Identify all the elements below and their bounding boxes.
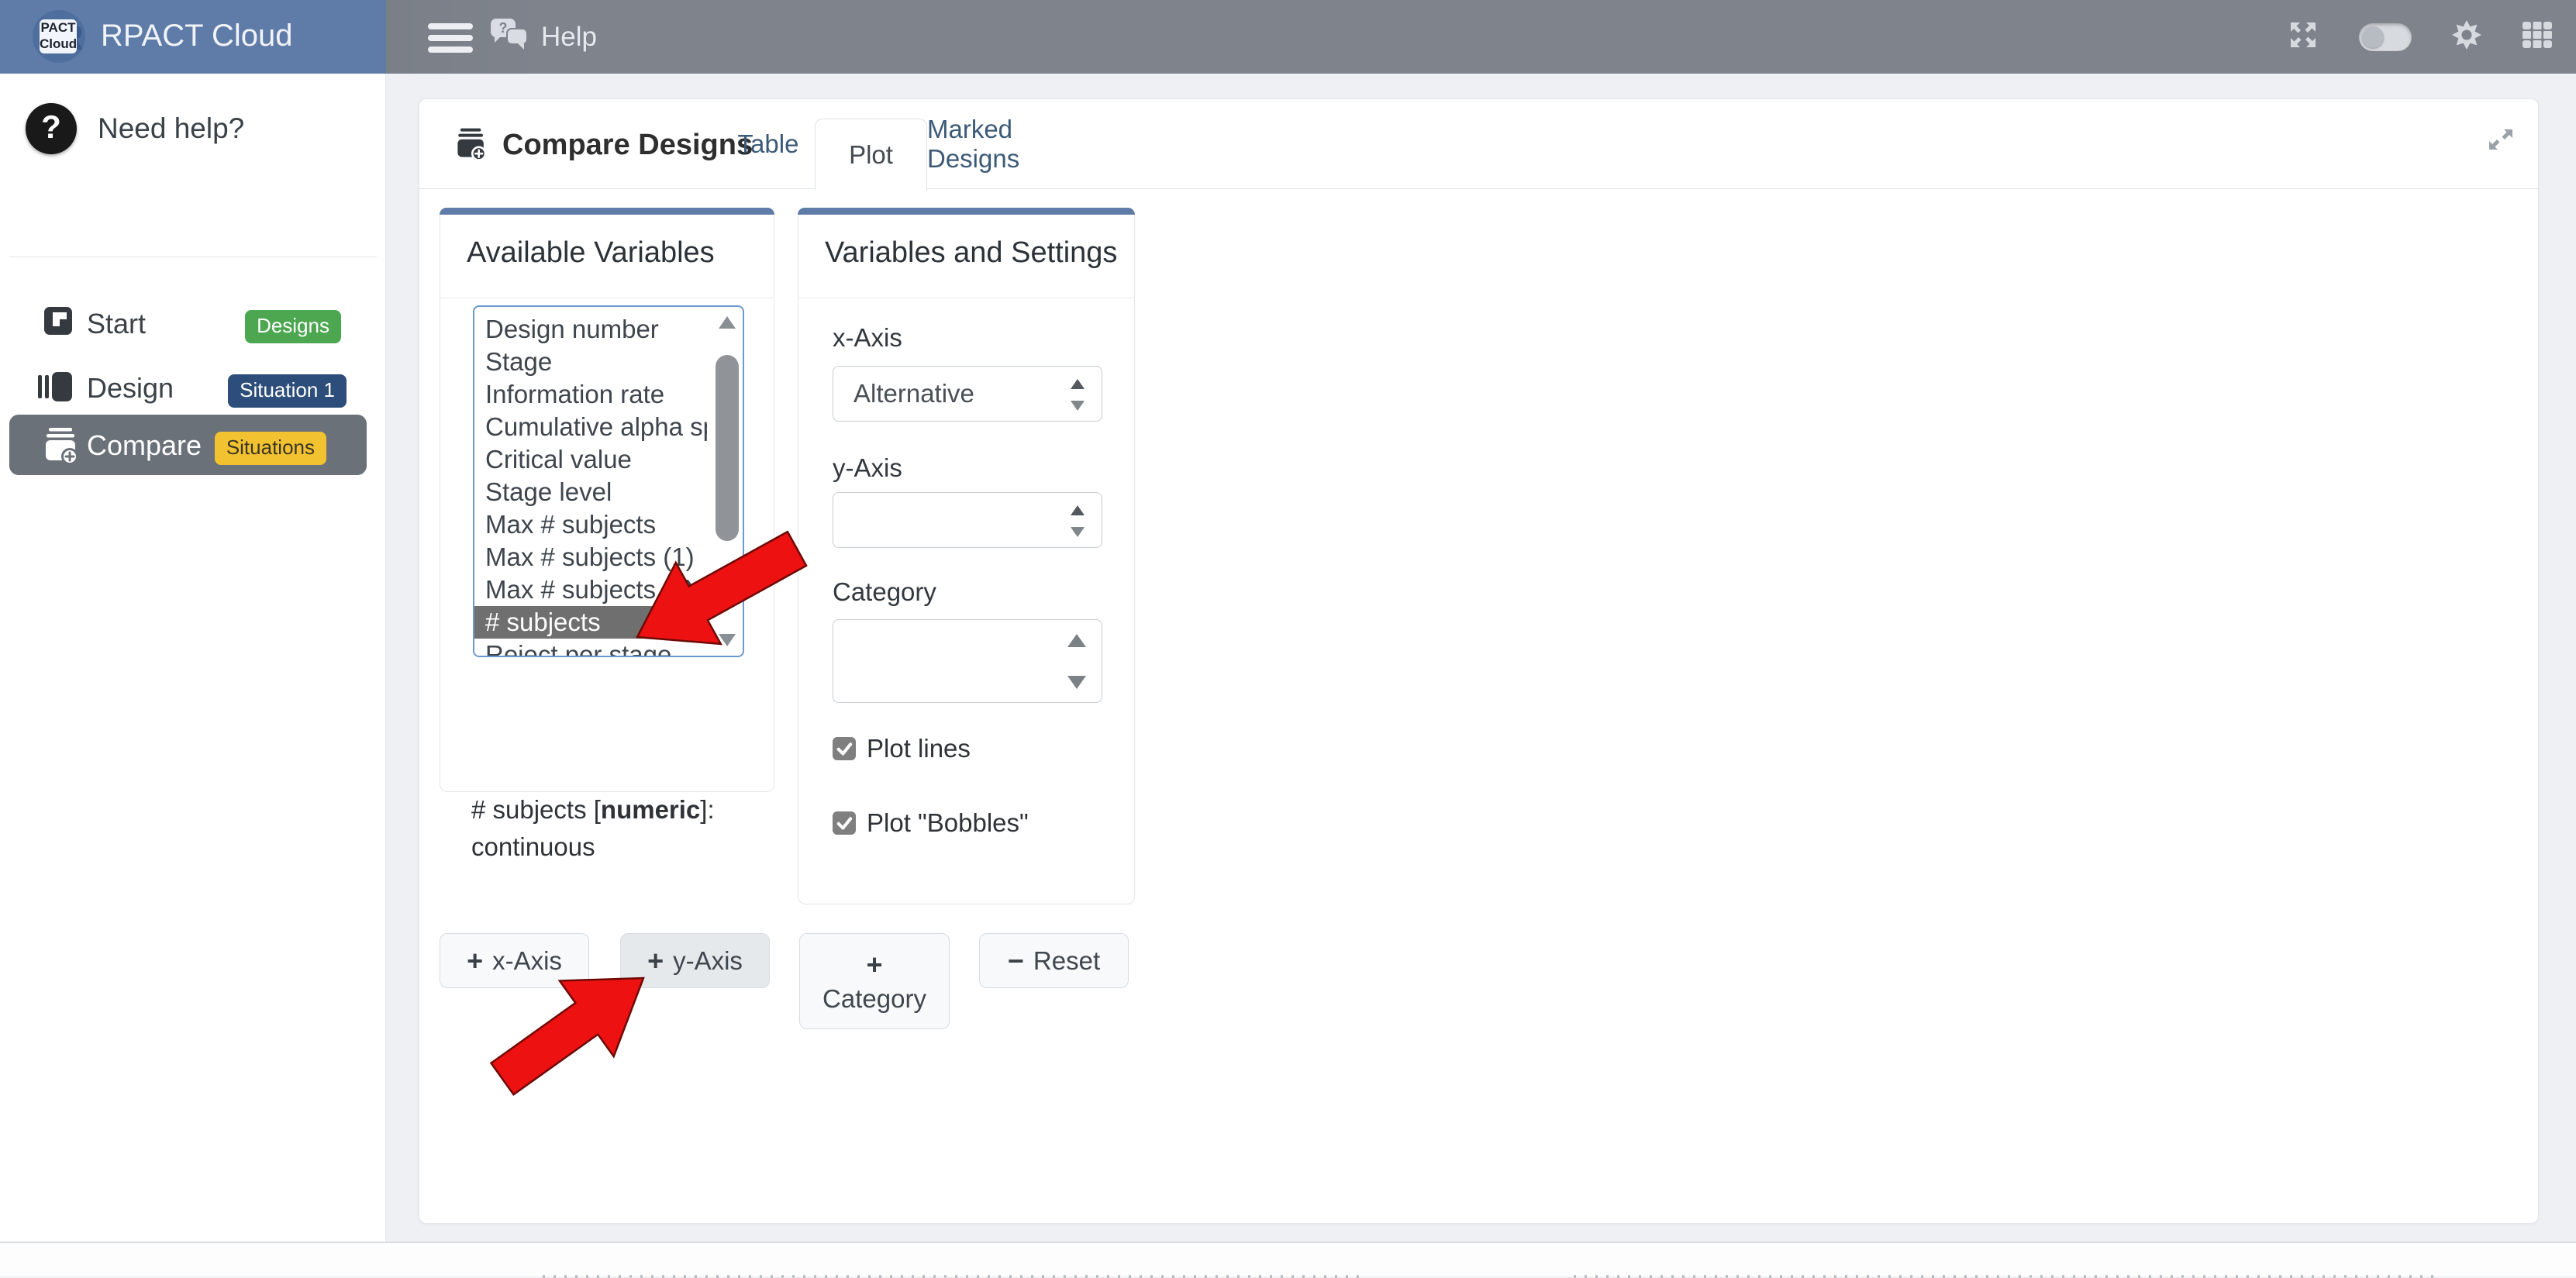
panel-accent-bar (440, 208, 774, 215)
sidebar-item-start[interactable]: Start Designs (0, 293, 386, 353)
footer (0, 1242, 2576, 1276)
plot-lines-checkbox[interactable]: Plot lines (833, 734, 971, 763)
start-icon (43, 305, 74, 340)
toggle-knob (2362, 26, 2384, 48)
minus-icon: − (1008, 945, 1024, 977)
variables-settings-panel: Variables and Settings x-Axis Alternativ… (798, 208, 1135, 904)
need-help-button[interactable]: ? Need help? (0, 103, 386, 159)
reset-button[interactable]: −Reset (979, 933, 1129, 988)
chevron-up-icon[interactable] (1071, 505, 1085, 515)
sidebar: ? Need help? Start Designs Des (0, 74, 386, 1276)
grid-apps-icon[interactable] (2522, 21, 2553, 53)
topbar-actions (2288, 0, 2553, 74)
x-axis-select[interactable]: Alternative (833, 366, 1102, 422)
tab-plot[interactable]: Plot (815, 119, 927, 191)
variable-option[interactable]: Max # subjects (2) (474, 574, 707, 606)
variable-option[interactable]: Stage (474, 346, 707, 378)
variable-option[interactable]: Design number (474, 313, 707, 346)
y-axis-label: y-Axis (833, 453, 902, 483)
footer-clipped-text (1574, 1275, 2438, 1278)
help-button[interactable]: ? Help (490, 14, 597, 60)
chevron-up-icon[interactable] (1071, 379, 1085, 389)
scroll-down-icon[interactable] (719, 634, 736, 646)
y-axis-select[interactable] (833, 492, 1102, 548)
checked-checkbox-icon[interactable] (833, 811, 856, 835)
checked-checkbox-icon[interactable] (833, 737, 856, 760)
card-title: Compare Designs (502, 129, 753, 162)
fullscreen-icon[interactable] (2288, 19, 2319, 54)
variable-description: # subjects [numeric]: continuous (471, 791, 715, 866)
add-category-button[interactable]: +Category (799, 933, 950, 1029)
svg-text:?: ? (499, 20, 508, 36)
variable-option[interactable]: Max # subjects (1) (474, 541, 707, 574)
variables-listbox[interactable]: Design number Stage Information rate Cum… (473, 305, 744, 657)
category-label: Category (833, 577, 936, 607)
chevron-up-icon[interactable] (1067, 634, 1086, 647)
chevron-down-icon[interactable] (1071, 401, 1085, 411)
panel-accent-bar (798, 208, 1135, 215)
menu-toggle-icon[interactable] (428, 23, 473, 53)
available-variables-title: Available Variables (467, 236, 715, 270)
design-icon (37, 370, 73, 408)
rpact-logo-icon: R PACTCloud (33, 10, 85, 63)
tab-table[interactable]: Table (718, 99, 819, 189)
scrollbar-thumb[interactable] (716, 355, 739, 541)
available-variables-panel: Available Variables Design number Stage … (440, 208, 774, 792)
situation-badge: Situation 1 (228, 374, 347, 408)
footer-clipped-text (543, 1275, 1364, 1278)
settings-sun-icon[interactable] (2452, 20, 2481, 53)
x-axis-value: Alternative (853, 379, 974, 408)
app-title: RPACT Cloud (101, 19, 293, 53)
card-header: Compare Designs Table Plot Marked Design… (419, 99, 2538, 189)
variable-option[interactable]: Reject per stage (474, 639, 707, 657)
compare-icon (42, 425, 81, 468)
situations-badge: Situations (215, 432, 326, 465)
category-select[interactable] (833, 619, 1102, 703)
need-help-label: Need help? (98, 112, 244, 145)
sidebar-item-compare[interactable]: Compare Situations (9, 415, 367, 475)
topbar: R PACTCloud RPACT Cloud ? Help (0, 0, 2576, 74)
chevron-down-icon[interactable] (1067, 676, 1086, 689)
rpact-cloud-app: R PACTCloud RPACT Cloud ? Help (0, 0, 2576, 1276)
help-label: Help (541, 22, 597, 53)
chevron-down-icon[interactable] (1071, 527, 1085, 537)
add-x-axis-button[interactable]: +x-Axis (440, 933, 589, 988)
sidebar-item-label: Compare (87, 429, 202, 462)
question-mark-icon: ? (26, 103, 77, 154)
sidebar-item-label: Design (87, 372, 174, 405)
compare-designs-card: Compare Designs Table Plot Marked Design… (419, 98, 2539, 1224)
help-chat-icon: ? (490, 18, 530, 57)
plot-lines-label: Plot lines (867, 734, 971, 763)
plot-bobbles-checkbox[interactable]: Plot "Bobbles" (833, 808, 1029, 838)
plus-icon: + (647, 945, 664, 977)
add-y-axis-button[interactable]: +y-Axis (620, 933, 770, 988)
variable-option-selected[interactable]: # subjects (474, 606, 698, 639)
variables-settings-title: Variables and Settings (825, 236, 1117, 270)
sidebar-item-label: Start (87, 308, 146, 340)
designs-badge: Designs (245, 310, 341, 343)
plus-icon: + (866, 949, 882, 981)
listbox-scrollbar[interactable] (715, 310, 740, 653)
logo-area: R PACTCloud RPACT Cloud (0, 0, 386, 74)
sidebar-item-design[interactable]: Design Situation 1 (0, 357, 386, 418)
variable-option[interactable]: Critical value (474, 443, 707, 476)
expand-panel-icon[interactable] (2485, 124, 2516, 159)
variable-option[interactable]: Information rate (474, 378, 707, 411)
x-axis-label: x-Axis (833, 323, 902, 353)
theme-toggle[interactable] (2359, 23, 2412, 51)
variable-option[interactable]: Max # subjects (474, 508, 707, 541)
plot-bobbles-label: Plot "Bobbles" (867, 808, 1029, 838)
variable-option[interactable]: Cumulative alpha spent (474, 411, 707, 443)
scroll-up-icon[interactable] (719, 316, 736, 329)
variable-option[interactable]: Stage level (474, 476, 707, 508)
plus-icon: + (467, 945, 483, 977)
tab-marked-designs[interactable]: Marked Designs (927, 99, 1105, 189)
compare-designs-icon (454, 126, 488, 164)
